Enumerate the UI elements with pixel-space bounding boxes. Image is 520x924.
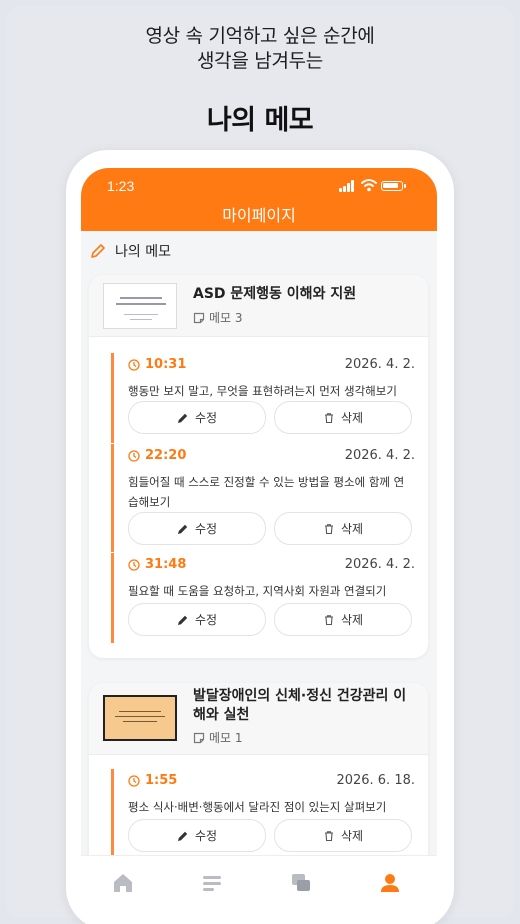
delete-button[interactable]: 삭제	[274, 512, 412, 545]
status-icons	[339, 178, 419, 192]
edit-label: 수정	[194, 522, 218, 536]
note-icon	[193, 732, 205, 743]
promo-title: 나의 메모	[206, 105, 314, 136]
lecture-header[interactable]: ASD 문제행동 이해와 지원 메모 3	[89, 275, 428, 337]
lecture-thumbnail	[103, 283, 177, 329]
memo-item: 10:31 2026. 4. 2. 행동만 보지 말고, 무엇을 표현하려는지 …	[111, 353, 415, 443]
edit-button[interactable]: 수정	[128, 819, 266, 852]
memo-date: 2026. 4. 2.	[344, 557, 415, 572]
memo-count: 메모 3	[193, 309, 243, 326]
promo-line-1: 영상 속 기억하고 싶은 순간에	[145, 25, 375, 47]
delete-label: 삭제	[340, 829, 364, 843]
lecture-header[interactable]: 발달장애인의 신체·정신 건강관리 이해와 실천 메모 1	[89, 683, 428, 755]
clock-icon	[128, 358, 140, 371]
trash-icon	[324, 830, 333, 841]
pencil-icon	[177, 831, 188, 841]
memo-text: 평소 식사·배변·행동에서 달라진 점이 있는지 살펴보기	[128, 800, 387, 814]
pencil-icon	[91, 244, 105, 258]
page-title: 마이페이지	[222, 206, 296, 225]
clock-icon	[128, 449, 140, 462]
memo-time: 22:20	[145, 448, 187, 463]
app-screen: 1:23 마이페이지 나의 메모 ASD 문제행동 이해와 지원 메모 3 10…	[81, 168, 437, 910]
promo-tagline: 영상 속 기억하고 싶은 순간에 생각을 남겨두는	[0, 24, 520, 74]
trash-icon	[324, 412, 333, 423]
home-icon[interactable]	[111, 871, 135, 895]
memo-date: 2026. 4. 2.	[344, 448, 415, 463]
memo-date: 2026. 6. 18.	[336, 773, 415, 788]
memo-timestamp[interactable]: 22:20	[128, 448, 186, 463]
battery-tip	[404, 184, 406, 188]
bottom-tab-bar	[81, 855, 437, 910]
promo-line-2: 생각을 남겨두는	[196, 50, 323, 72]
list-icon[interactable]	[200, 871, 224, 895]
memo-item: 31:48 2026. 4. 2. 필요할 때 도움을 요청하고, 지역사회 자…	[111, 553, 415, 643]
battery-icon	[381, 181, 403, 191]
delete-button[interactable]: 삭제	[274, 401, 412, 434]
memo-text: 행동만 보지 말고, 무엇을 표현하려는지 먼저 생각해보기	[128, 384, 397, 398]
edit-label: 수정	[194, 829, 218, 843]
memo-count-label: 메모 3	[209, 311, 243, 325]
memo-timestamp[interactable]: 1:55	[128, 773, 177, 788]
pencil-icon	[177, 615, 188, 625]
pencil-icon	[177, 524, 188, 534]
memo-time: 31:48	[145, 557, 187, 572]
lecture-title: ASD 문제행동 이해와 지원	[193, 286, 357, 302]
note-icon	[193, 312, 205, 323]
memo-card: ASD 문제행동 이해와 지원 메모 3 10:31 2026. 4. 2. 행…	[89, 275, 428, 658]
profile-icon[interactable]	[378, 871, 402, 895]
clock-icon	[128, 774, 140, 787]
section-header: 나의 메모	[89, 240, 171, 262]
memo-text: 필요할 때 도움을 요청하고, 지역사회 자원과 연결되기	[128, 584, 387, 598]
delete-button[interactable]: 삭제	[274, 819, 412, 852]
delete-button[interactable]: 삭제	[274, 603, 412, 636]
status-time: 1:23	[107, 178, 135, 194]
signal-icon	[339, 180, 355, 192]
memo-text: 힘들어질 때 스스로 진정할 수 있는 방법을 평소에 함께 연습해보기	[128, 475, 405, 509]
clock-icon	[128, 558, 140, 571]
memo-item: 22:20 2026. 4. 2. 힘들어질 때 스스로 진정할 수 있는 방법…	[111, 444, 415, 552]
memo-count-label: 메모 1	[209, 731, 243, 745]
wifi-icon	[361, 179, 377, 192]
pencil-icon	[177, 413, 188, 423]
app-header: 1:23 마이페이지	[81, 168, 437, 231]
delete-label: 삭제	[340, 411, 364, 425]
memo-item: 1:55 2026. 6. 18. 평소 식사·배변·행동에서 달라진 점이 있…	[111, 769, 415, 869]
lecture-title: 발달장애인의 신체·정신 건강관리 이해와 실천	[193, 688, 407, 723]
memo-card: 발달장애인의 신체·정신 건강관리 이해와 실천 메모 1 1:55 2026.…	[89, 683, 428, 883]
lecture-thumbnail	[103, 695, 177, 741]
trash-icon	[324, 523, 333, 534]
edit-label: 수정	[194, 613, 218, 627]
chat-icon[interactable]	[289, 871, 313, 895]
memo-timestamp[interactable]: 10:31	[128, 357, 186, 372]
memo-date: 2026. 4. 2.	[344, 357, 415, 372]
memo-timestamp[interactable]: 31:48	[128, 557, 186, 572]
edit-button[interactable]: 수정	[128, 603, 266, 636]
section-title: 나의 메모	[115, 244, 171, 260]
delete-label: 삭제	[340, 522, 364, 536]
delete-label: 삭제	[340, 613, 364, 627]
edit-label: 수정	[194, 411, 218, 425]
edit-button[interactable]: 수정	[128, 512, 266, 545]
memo-time: 1:55	[145, 773, 178, 788]
memo-count: 메모 1	[193, 729, 243, 746]
memo-time: 10:31	[145, 357, 187, 372]
trash-icon	[324, 614, 333, 625]
edit-button[interactable]: 수정	[128, 401, 266, 434]
